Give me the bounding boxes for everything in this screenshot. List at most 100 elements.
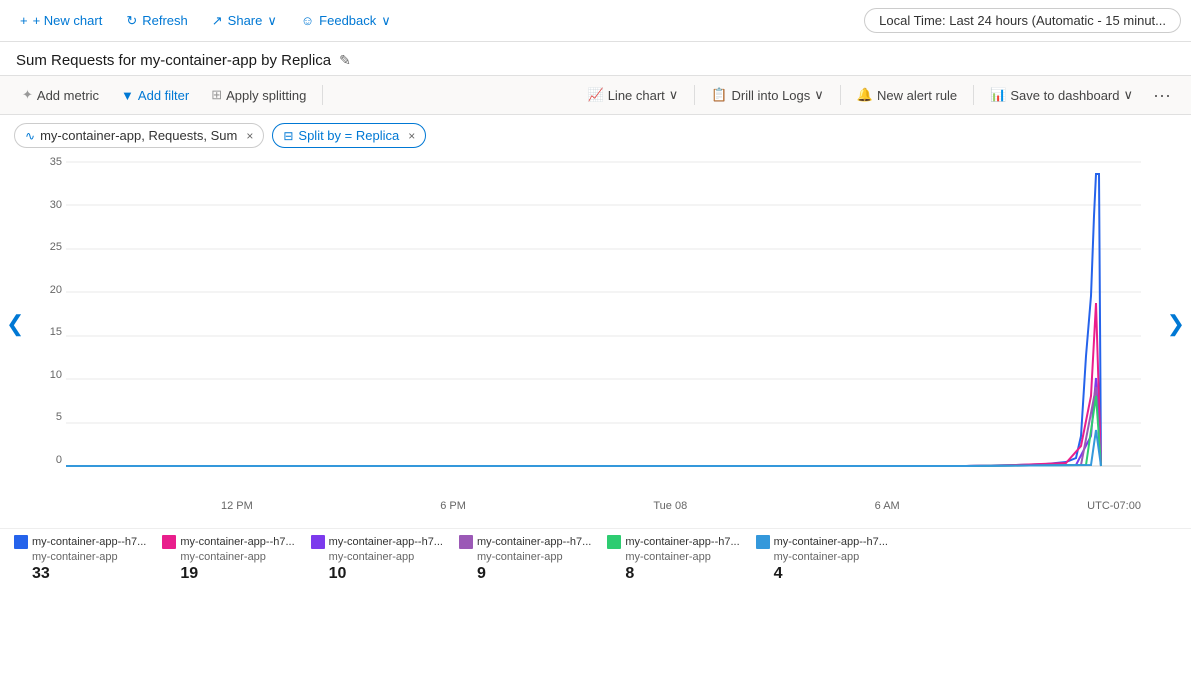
legend-value-2: 10 [311,565,443,583]
legend-swatch-5 [756,535,770,549]
metric-filter-label: my-container-app, Requests, Sum [40,128,237,143]
chevron-down-icon: ∨ [669,87,679,103]
y-label-25: 25 [10,241,62,253]
refresh-button[interactable]: ↻ Refresh [116,9,197,33]
legend-header-1: my-container-app--h7... [162,535,294,549]
separator3 [840,85,841,105]
separator4 [973,85,974,105]
y-label-5: 5 [10,411,62,423]
legend-sub-5: my-container-app [756,551,888,563]
share-button[interactable]: ↗ Share ∨ [202,9,287,33]
chevron-down-icon: ∨ [1124,87,1134,103]
split-filter-label: Split by = Replica [298,128,399,143]
legend-label-1: my-container-app--h7... [180,536,294,548]
separator [322,85,323,105]
chart-svg [66,156,1141,496]
dashboard-icon: 📊 [990,87,1006,103]
legend-value-4: 8 [607,565,739,583]
legend-label-0: my-container-app--h7... [32,536,146,548]
legend-swatch-1 [162,535,176,549]
metric-filter-close[interactable]: × [246,129,253,143]
legend-swatch-4 [607,535,621,549]
x-axis: 12 PM 6 PM Tue 08 6 AM UTC-07:00 [66,498,1141,526]
filters-bar: ∿ my-container-app, Requests, Sum × ⊟ Sp… [0,115,1191,156]
legend-sub-1: my-container-app [162,551,294,563]
drill-into-logs-button[interactable]: 📋 Drill into Logs ∨ [701,83,833,107]
y-label-10: 10 [10,369,62,381]
filter-icon: ▼ [121,88,134,103]
time-range-container: Local Time: Last 24 hours (Automatic - 1… [864,8,1181,33]
chevron-down-icon: ∨ [267,13,277,29]
time-range-button[interactable]: Local Time: Last 24 hours (Automatic - 1… [864,8,1181,33]
apply-splitting-button[interactable]: ⊞ Apply splitting [201,83,316,107]
legend-header-4: my-container-app--h7... [607,535,739,549]
line-chart-button[interactable]: 📈 Line chart ∨ [578,83,689,107]
legend-sub-2: my-container-app [311,551,443,563]
line-pink [66,303,1101,466]
legend-label-5: my-container-app--h7... [774,536,888,548]
metric-filter-tag[interactable]: ∿ my-container-app, Requests, Sum × [14,123,264,148]
line-blue [66,174,1101,466]
legend-swatch-2 [311,535,325,549]
add-metric-icon: ✦ [22,87,33,103]
new-alert-rule-button[interactable]: 🔔 New alert rule [847,83,967,107]
y-label-35: 35 [10,156,62,168]
legend-item-0: my-container-app--h7... my-container-app… [14,535,146,583]
legend-sub-0: my-container-app [14,551,146,563]
y-label-30: 30 [10,199,62,211]
top-bar: + + New chart ↻ Refresh ↗ Share ∨ ☺ Feed… [0,0,1191,42]
split-filter-tag[interactable]: ⊟ Split by = Replica × [272,123,426,148]
legend-item-3: my-container-app--h7... my-container-app… [459,535,591,583]
splitting-icon: ⊞ [211,87,222,103]
x-label-6pm: 6 PM [440,500,466,512]
legend-swatch-3 [459,535,473,549]
line-light-purple [66,387,1101,466]
plus-icon: + [20,13,28,28]
legend-header-5: my-container-app--h7... [756,535,888,549]
legend-value-0: 33 [14,565,146,583]
legend-value-1: 19 [162,565,294,583]
y-label-0: 0 [10,454,62,466]
chart-inner: 12 PM 6 PM Tue 08 6 AM UTC-07:00 [66,156,1141,526]
chevron-down-icon: ∨ [381,13,391,29]
chart-title: Sum Requests for my-container-app by Rep… [16,52,331,69]
chart-nav-right[interactable]: ❯ [1167,311,1185,337]
line-green [66,396,1101,466]
legend-bar: my-container-app--h7... my-container-app… [0,528,1191,587]
legend-item-1: my-container-app--h7... my-container-app… [162,535,294,583]
refresh-icon: ↻ [126,13,137,29]
legend-sub-4: my-container-app [607,551,739,563]
separator2 [694,85,695,105]
chevron-down-icon: ∨ [814,87,824,103]
legend-sub-3: my-container-app [459,551,591,563]
x-label-6am: 6 AM [875,500,900,512]
legend-item-5: my-container-app--h7... my-container-app… [756,535,888,583]
split-filter-close[interactable]: × [408,129,415,143]
legend-swatch-0 [14,535,28,549]
legend-label-3: my-container-app--h7... [477,536,591,548]
x-label-12pm: 12 PM [221,500,253,512]
metrics-bar: ✦ Add metric ▼ Add filter ⊞ Apply splitt… [0,75,1191,115]
save-to-dashboard-button[interactable]: 📊 Save to dashboard ∨ [980,83,1143,107]
feedback-button[interactable]: ☺ Feedback ∨ [291,9,401,33]
legend-label-2: my-container-app--h7... [329,536,443,548]
line-light-blue [66,430,1101,466]
chart-title-bar: Sum Requests for my-container-app by Rep… [0,42,1191,75]
feedback-icon: ☺ [301,13,314,28]
legend-header-0: my-container-app--h7... [14,535,146,549]
legend-value-3: 9 [459,565,591,583]
new-chart-button[interactable]: + + New chart [10,9,112,32]
y-label-20: 20 [10,284,62,296]
legend-value-5: 4 [756,565,888,583]
edit-icon[interactable]: ✎ [339,52,351,69]
legend-label-4: my-container-app--h7... [625,536,739,548]
wave-icon: ∿ [25,129,35,143]
chart-nav-left[interactable]: ❮ [6,311,24,337]
more-button[interactable]: ··· [1145,83,1179,108]
legend-item-2: my-container-app--h7... my-container-app… [311,535,443,583]
add-metric-button[interactable]: ✦ Add metric [12,83,109,107]
add-filter-button[interactable]: ▼ Add filter [111,84,199,107]
x-label-tue08: Tue 08 [653,500,687,512]
line-chart-icon: 📈 [588,87,604,103]
drill-icon: 📋 [711,87,727,103]
